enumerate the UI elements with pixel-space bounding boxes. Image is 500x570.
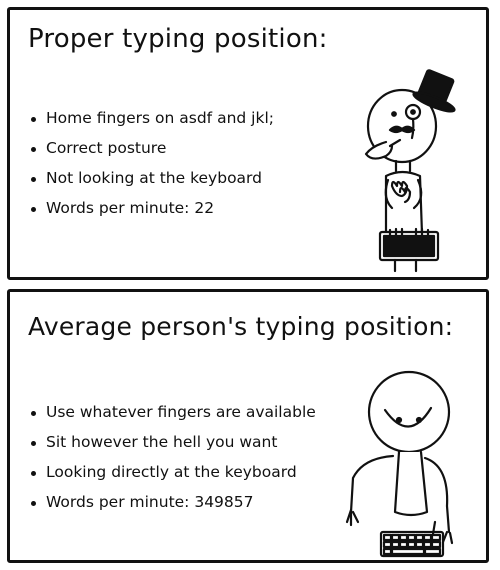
list-item: Correct posture (28, 138, 274, 168)
proper-typing-list: Home fingers on asdf and jkl; Correct po… (28, 108, 274, 228)
average-typing-title: Average person's typing position: (28, 312, 454, 341)
average-typing-list: Use whatever fingers are available Sit h… (28, 402, 316, 522)
list-item: Sit however the hell you want (28, 432, 316, 462)
list-item: Home fingers on asdf and jkl; (28, 108, 274, 138)
proper-typing-panel: Proper typing position: Home fingers on … (7, 7, 489, 280)
average-typing-panel: Average person's typing position: Use wh… (7, 289, 489, 563)
list-item: Use whatever fingers are available (28, 402, 316, 432)
list-item: Words per minute: 349857 (28, 492, 316, 522)
proper-typing-title: Proper typing position: (28, 24, 328, 54)
smiling-figure-icon (345, 370, 454, 558)
list-item: Not looking at the keyboard (28, 168, 274, 198)
list-item: Looking directly at the keyboard (28, 462, 316, 492)
gentleman-figure-icon (364, 69, 456, 273)
list-item: Words per minute: 22 (28, 198, 274, 228)
